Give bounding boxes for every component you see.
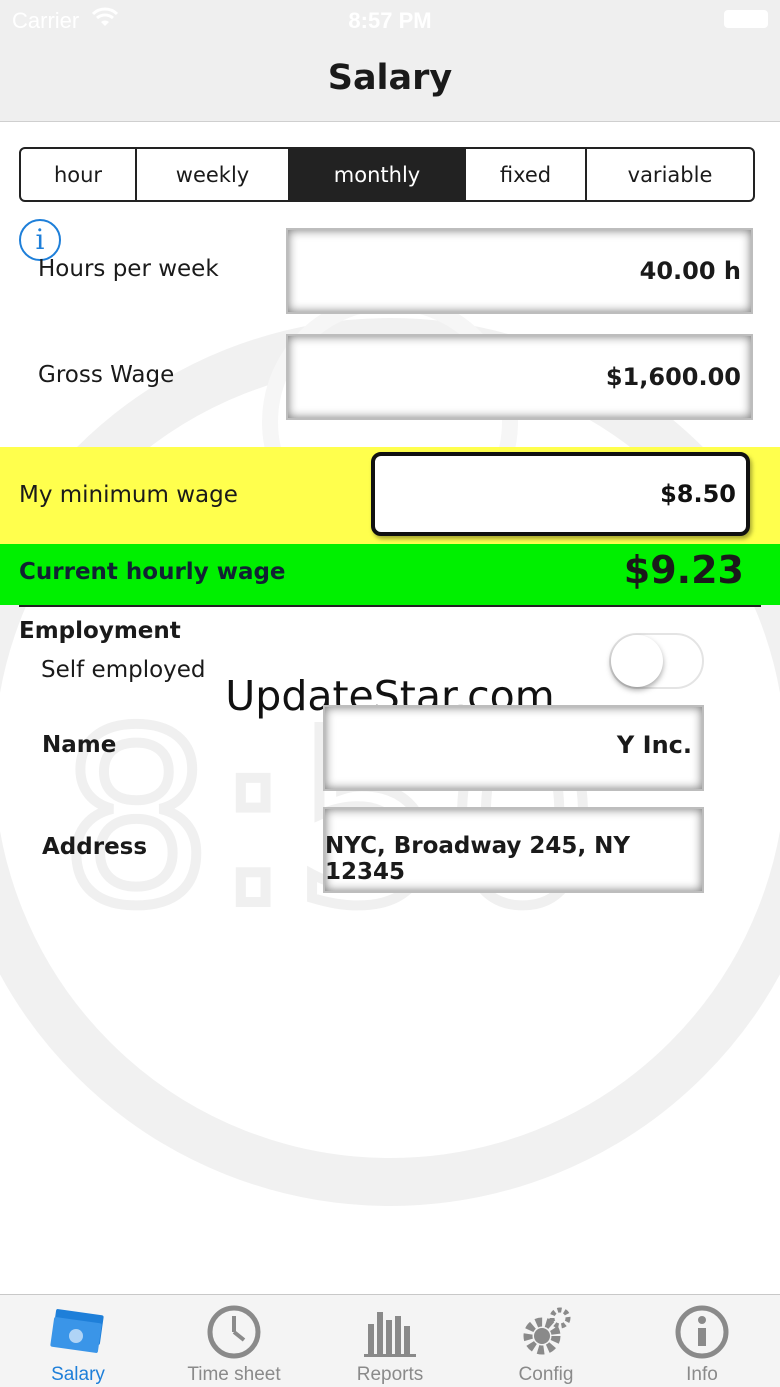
segment-monthly[interactable]: monthly <box>290 149 466 200</box>
tab-info-label: Info <box>686 1364 718 1385</box>
segment-weekly[interactable]: weekly <box>137 149 290 200</box>
employment-section-title: Employment <box>19 618 181 644</box>
tab-config[interactable]: Config <box>468 1295 624 1387</box>
segment-hour[interactable]: hour <box>21 149 137 200</box>
tab-time-sheet-label: Time sheet <box>187 1364 281 1385</box>
hours-per-week-field[interactable]: 40.00 h <box>286 228 753 314</box>
info-icon[interactable]: i <box>19 219 61 261</box>
bar-chart-icon <box>364 1312 416 1357</box>
tab-reports[interactable]: Reports <box>312 1295 468 1387</box>
minimum-wage-label: My minimum wage <box>19 482 238 508</box>
tab-info[interactable]: Info <box>624 1295 780 1387</box>
battery-icon <box>724 10 768 28</box>
tab-salary[interactable]: Salary <box>0 1295 156 1387</box>
address-label: Address <box>42 834 148 860</box>
current-hourly-wage-label: Current hourly wage <box>19 559 286 585</box>
segment-variable[interactable]: variable <box>587 149 753 200</box>
tab-bar: Salary Time sheet Reports Config Info <box>0 1294 780 1387</box>
minimum-wage-field[interactable]: $8.50 <box>371 452 750 536</box>
navigation-bar: Salary <box>0 40 780 122</box>
current-hourly-wage-row: Current hourly wage $9.23 <box>0 544 780 605</box>
money-icon <box>50 1309 104 1353</box>
section-divider <box>19 605 761 607</box>
tab-config-label: Config <box>518 1364 574 1385</box>
gross-wage-field[interactable]: $1,600.00 <box>286 334 753 420</box>
status-bar: Carrier 8:57 PM <box>0 0 780 40</box>
tab-reports-label: Reports <box>356 1364 424 1385</box>
gross-wage-label: Gross Wage <box>38 362 175 388</box>
employer-name-field[interactable]: Y Inc. <box>323 705 704 791</box>
employer-address-field[interactable]: NYC, Broadway 245, NY 12345 <box>323 807 704 893</box>
page-title: Salary <box>327 58 453 98</box>
info-circle-icon <box>675 1305 729 1359</box>
tab-time-sheet[interactable]: Time sheet <box>156 1295 312 1387</box>
clock-icon <box>207 1305 261 1359</box>
name-label: Name <box>42 732 117 758</box>
tab-salary-label: Salary <box>51 1364 105 1385</box>
status-time: 8:57 PM <box>348 8 432 33</box>
gear-icon <box>523 1307 571 1355</box>
current-hourly-wage-value: $9.23 <box>623 548 744 592</box>
segment-fixed[interactable]: fixed <box>466 149 587 200</box>
hours-per-week-label: Hours per week <box>38 256 219 282</box>
pay-period-segmented-control: hour weekly monthly fixed variable <box>19 147 755 202</box>
